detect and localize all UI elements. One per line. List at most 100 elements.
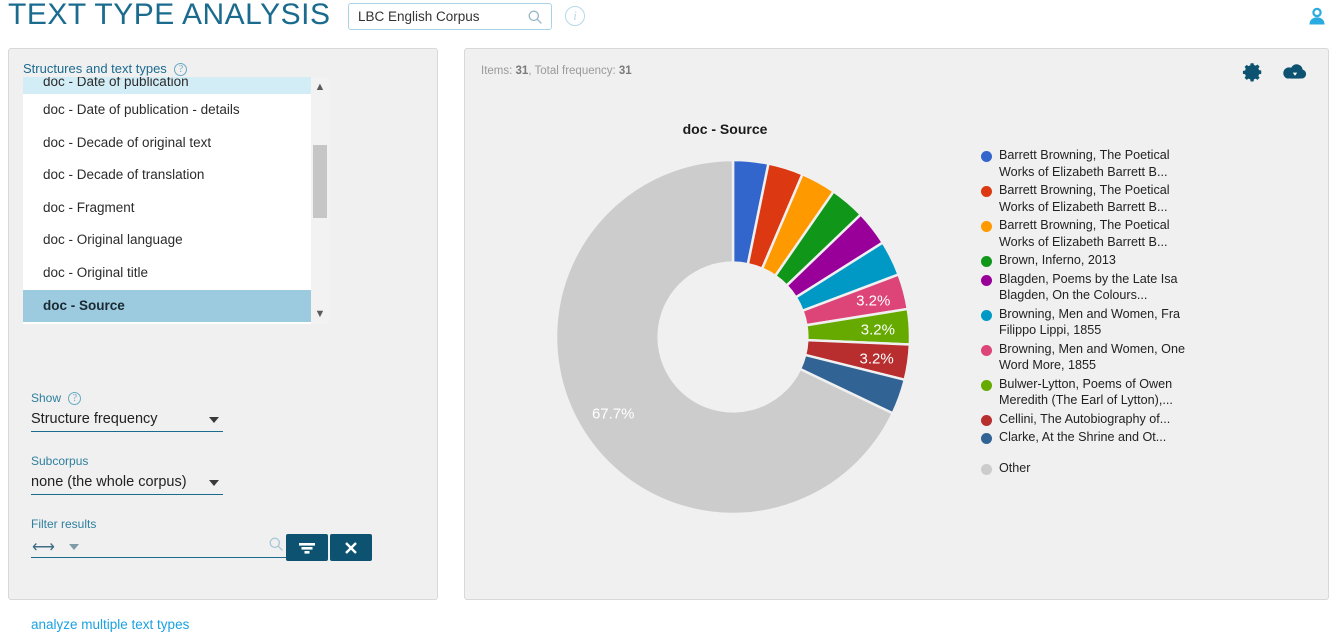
slice-percent-label: 3.2% (861, 322, 895, 339)
gear-icon[interactable] (1242, 61, 1264, 83)
chart-title: doc - Source (682, 121, 768, 137)
legend-item[interactable]: Browning, Men and Women, One Word More, … (981, 341, 1321, 374)
subcorpus-field: Subcorpus none (the whole corpus) (31, 454, 223, 495)
text-type-label: doc - Original title (43, 264, 149, 280)
legend-item[interactable]: Clarke, At the Shrine and Ot... (981, 429, 1321, 446)
search-icon[interactable] (268, 536, 285, 553)
items-label: Items: (481, 65, 513, 77)
chevron-down-icon[interactable] (209, 417, 219, 423)
text-type-label: doc - Date of publication (43, 77, 189, 89)
chart-legend: Barrett Browning, The Poetical Works of … (981, 147, 1321, 478)
donut-chart[interactable]: 3.2% 3.2% 3.2% 67.7% (483, 137, 983, 537)
legend-label: Blagden, Poems by the Late Isa Blagden, … (999, 271, 1178, 303)
results-toolbar (1242, 61, 1308, 83)
legend-item[interactable]: Bulwer-Lytton, Poems of Owen Meredith (T… (981, 376, 1321, 409)
legend-color-swatch (981, 414, 992, 426)
legend-color-swatch (981, 256, 992, 267)
text-type-list-item[interactable]: doc - Date of publication (23, 77, 311, 94)
text-type-list-item[interactable]: doc - Decade of translation (23, 159, 311, 192)
cloud-download-icon[interactable] (1282, 61, 1308, 83)
frequency-label: Total frequency: (534, 65, 616, 77)
text-type-label: doc - Source (43, 297, 125, 313)
funnel-filter-icon (299, 543, 315, 554)
legend-label: Barrett Browning, The Poetical Works of … (999, 218, 1170, 249)
analyze-multiple-text-types-link[interactable]: analyze multiple text types (31, 617, 189, 632)
apply-filter-button[interactable] (286, 534, 328, 561)
scrollbar-thumb[interactable] (313, 145, 327, 218)
show-label-text: Show (31, 391, 62, 405)
text-type-label: doc - Decade of translation (43, 167, 205, 183)
items-count: 31 (515, 65, 529, 77)
legend-color-swatch (981, 274, 992, 286)
frequency-count: 31 (618, 65, 632, 77)
subcorpus-select[interactable]: none (the whole corpus) (31, 471, 223, 495)
search-icon[interactable] (527, 9, 544, 26)
text-type-list-item[interactable]: doc - Decade of original text (23, 127, 311, 160)
text-type-label: doc - Date of publication - details (43, 102, 240, 117)
text-type-label: doc - Decade of original text (43, 134, 212, 150)
range-arrows-icon[interactable]: ⟷ (32, 537, 55, 557)
legend-label: Cellini, The Autobiography of... (999, 411, 1171, 426)
legend-color-swatch (981, 186, 992, 197)
corpus-selector[interactable]: LBC English Corpus (348, 3, 552, 30)
text-type-list[interactable]: doc - Date of publication doc - Date of p… (23, 77, 311, 324)
scroll-down-icon[interactable]: ▼ (311, 304, 329, 324)
legend-color-swatch (981, 344, 992, 356)
chevron-down-icon[interactable] (209, 480, 219, 486)
legend-item-other[interactable]: Other (981, 460, 1321, 477)
app-header: TEXT TYPE ANALYSIS LBC English Corpus i (0, 0, 1337, 40)
structures-label: Structures and text types ? (23, 61, 188, 76)
text-type-list-item[interactable]: doc - Fragment (23, 192, 311, 225)
legend-color-swatch (981, 433, 992, 444)
page-title: TEXT TYPE ANALYSIS (8, 0, 331, 31)
legend-item[interactable]: Blagden, Poems by the Late Isa Blagden, … (981, 271, 1321, 304)
show-label: Show ? (31, 391, 223, 405)
text-type-list-item[interactable]: doc - Original title (23, 257, 311, 290)
show-field: Show ? Structure frequency (31, 391, 223, 432)
legend-label: Clarke, At the Shrine and Ot... (999, 430, 1167, 444)
subcorpus-value: none (the whole corpus) (31, 474, 187, 490)
legend-label: Other (999, 460, 1031, 475)
legend-label: Browning, Men and Women, Fra Filippo Lip… (999, 306, 1181, 338)
filter-field: Filter results ⟷ (31, 517, 289, 558)
corpus-name: LBC English Corpus (358, 9, 480, 24)
scroll-up-icon[interactable]: ▲ (311, 77, 329, 97)
results-panel: Items: 31, Total frequency: 31 doc - Sou… (464, 48, 1329, 600)
help-icon[interactable]: ? (68, 392, 82, 405)
legend-label: Brown, Inferno, 2013 (999, 253, 1116, 267)
slice-percent-label: 67.7% (592, 406, 635, 423)
legend-label: Barrett Browning, The Poetical Works of … (999, 148, 1170, 179)
help-icon[interactable]: ? (174, 63, 188, 76)
show-select[interactable]: Structure frequency (31, 408, 223, 432)
filter-label: Filter results (31, 517, 97, 531)
text-type-list-item[interactable]: doc - Source (23, 289, 311, 323)
slice-percent-label: 3.2% (856, 293, 890, 310)
text-type-controls-panel: Structures and text types ? doc - Date o… (8, 48, 438, 632)
legend-color-swatch (981, 221, 992, 232)
legend-color-swatch (981, 309, 992, 321)
text-type-label: doc - Original language (43, 232, 183, 248)
text-type-list-item[interactable]: doc - Date of publication - details (23, 94, 311, 127)
legend-item[interactable]: Barrett Browning, The Poetical Works of … (981, 147, 1321, 180)
user-account-icon[interactable] (1305, 5, 1329, 29)
legend-item[interactable]: Cellini, The Autobiography of... (981, 411, 1321, 428)
structures-label-text: Structures and text types (23, 61, 167, 76)
chevron-down-icon[interactable] (69, 544, 79, 550)
show-value: Structure frequency (31, 411, 158, 427)
info-icon[interactable]: i (565, 6, 585, 26)
text-type-list-scrollbar[interactable]: ▲ ▼ (311, 77, 329, 324)
legend-item[interactable]: Barrett Browning, The Poetical Works of … (981, 182, 1321, 215)
filter-input-row[interactable]: ⟷ (31, 534, 289, 558)
results-summary: Items: 31, Total frequency: 31 (481, 65, 632, 77)
legend-item[interactable]: Brown, Inferno, 2013 (981, 252, 1321, 269)
clear-filter-button[interactable] (330, 534, 372, 561)
legend-label: Browning, Men and Women, One Word More, … (999, 341, 1185, 373)
legend-item[interactable]: Browning, Men and Women, Fra Filippo Lip… (981, 306, 1321, 339)
legend-label: Barrett Browning, The Poetical Works of … (999, 183, 1170, 214)
legend-color-swatch (981, 379, 992, 391)
text-type-list-item[interactable]: doc - Original language (23, 224, 311, 257)
legend-color-swatch (981, 151, 992, 162)
legend-item[interactable]: Barrett Browning, The Poetical Works of … (981, 217, 1321, 250)
subcorpus-label: Subcorpus (31, 454, 89, 468)
slice-percent-label: 3.2% (860, 351, 894, 368)
